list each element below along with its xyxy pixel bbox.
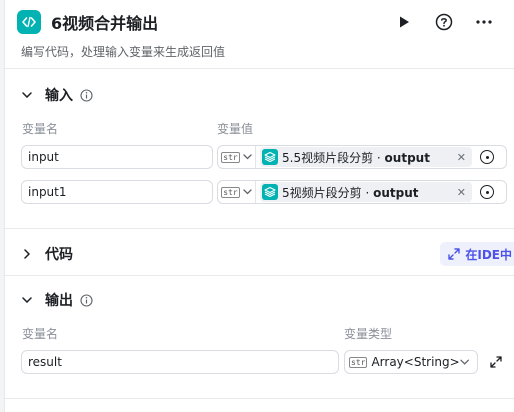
code-section-title: 代码: [45, 247, 73, 263]
output-section-header[interactable]: 输出: [19, 290, 93, 310]
reference-selector-icon[interactable]: [480, 185, 494, 199]
code-brackets-icon: [17, 10, 41, 34]
output-variable-name-input[interactable]: result: [21, 350, 339, 374]
reference-separator: ·: [361, 185, 374, 200]
reference-variable-name: output: [384, 150, 430, 165]
string-type-icon: str: [349, 356, 368, 368]
variable-value-field: str 5视频片段分剪 · output ✕: [217, 180, 507, 204]
divider: [5, 275, 514, 276]
string-type-icon: str: [221, 151, 240, 163]
output-type-value: Array<String>: [371, 355, 460, 369]
col-label-type: 变量类型: [344, 327, 393, 341]
info-icon[interactable]: [79, 293, 93, 307]
variable-reference-tag[interactable]: 5.5视频片段分剪 · output ✕: [260, 147, 472, 167]
variable-name-input[interactable]: input: [21, 145, 213, 169]
expand-arrows-icon: [448, 248, 461, 260]
clear-icon[interactable]: ✕: [457, 186, 466, 199]
reference-label: 5.5视频片段分剪 · output: [282, 149, 430, 166]
play-icon[interactable]: [394, 12, 414, 32]
variable-value-field: str 5.5视频片段分剪 · output ✕: [217, 145, 507, 169]
col-label-name: 变量名: [22, 327, 59, 341]
clear-icon[interactable]: ✕: [457, 151, 466, 164]
variable-reference-tag[interactable]: 5视频片段分剪 · output ✕: [260, 182, 472, 202]
divider: [5, 68, 514, 69]
node-header: 6视频合并输出: [17, 8, 506, 36]
string-type-icon: str: [221, 186, 240, 198]
expand-icon[interactable]: [489, 355, 503, 369]
col-label-name: 变量名: [22, 122, 59, 136]
code-section-header[interactable]: 代码: [19, 244, 73, 264]
chevron-down-icon: [243, 189, 252, 195]
node-description: 编写代码，处理输入变量来生成返回值: [21, 45, 226, 59]
input-section-header[interactable]: 输入: [19, 85, 93, 105]
open-in-ide-label: 在IDE中: [465, 247, 512, 262]
open-in-ide-button[interactable]: 在IDE中: [440, 242, 514, 266]
reference-separator: ·: [373, 150, 385, 165]
chevron-right-icon[interactable]: [19, 246, 35, 262]
chevron-down-icon: [460, 359, 469, 365]
divider: [5, 398, 514, 399]
chevron-down-icon[interactable]: [19, 87, 35, 103]
input-section-title: 输入: [45, 88, 73, 104]
header-actions: [394, 12, 494, 32]
reference-label: 5视频片段分剪 · output: [282, 184, 419, 201]
reference-node-name: 5视频片段分剪: [282, 185, 362, 200]
info-icon[interactable]: [79, 88, 93, 102]
help-icon[interactable]: [434, 12, 454, 32]
value-type-selector[interactable]: str: [218, 146, 256, 168]
chevron-down-icon: [243, 154, 252, 160]
value-type-selector[interactable]: str: [218, 181, 256, 203]
variable-name-input[interactable]: input1: [21, 180, 213, 204]
output-section-title: 输出: [45, 293, 73, 309]
code-node-panel: 6视频合并输出 编写代码，处理输入变量来生成返回值 输入 变量名 变量值 inp…: [4, 0, 514, 412]
chevron-down-icon[interactable]: [19, 292, 35, 308]
reference-node-name: 5.5视频片段分剪: [282, 150, 374, 165]
divider: [5, 228, 514, 229]
layers-icon: [262, 149, 278, 165]
layers-icon: [262, 184, 278, 200]
reference-variable-name: output: [373, 185, 419, 200]
reference-selector-icon[interactable]: [480, 150, 494, 164]
more-icon[interactable]: [474, 12, 494, 32]
node-title: 6视频合并输出: [51, 14, 159, 33]
col-label-value: 变量值: [217, 122, 254, 136]
output-type-dropdown[interactable]: str Array<String>: [344, 350, 478, 374]
